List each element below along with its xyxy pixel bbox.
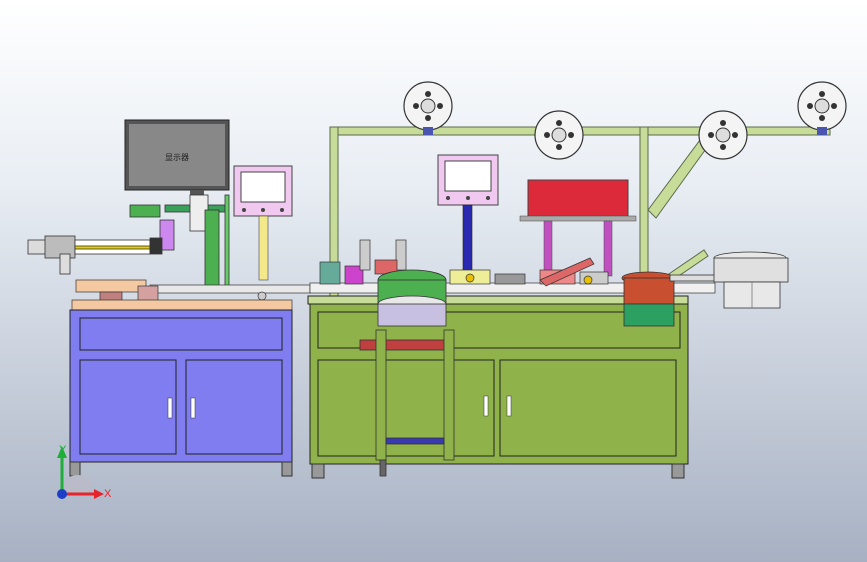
right-feeder-bowl [621, 271, 716, 327]
hmi-panel-left [233, 165, 293, 281]
y-axis-label: Y [59, 444, 67, 456]
reel-2 [534, 110, 584, 160]
machine-assembly-drawing: 显示器 Y X [27, 81, 847, 500]
monitor-label: 显示器 [165, 153, 189, 162]
left-cabinet [69, 309, 293, 477]
cad-viewport: 显示器 Y X [0, 0, 867, 562]
red-enclosure [519, 179, 637, 277]
left-feed-arm [27, 235, 163, 275]
reel-3 [698, 110, 748, 160]
hmi-panel-center [437, 154, 499, 271]
hopper-bowl [713, 251, 789, 309]
x-axis-label: X [104, 488, 112, 500]
z-axis-dot [57, 489, 67, 499]
